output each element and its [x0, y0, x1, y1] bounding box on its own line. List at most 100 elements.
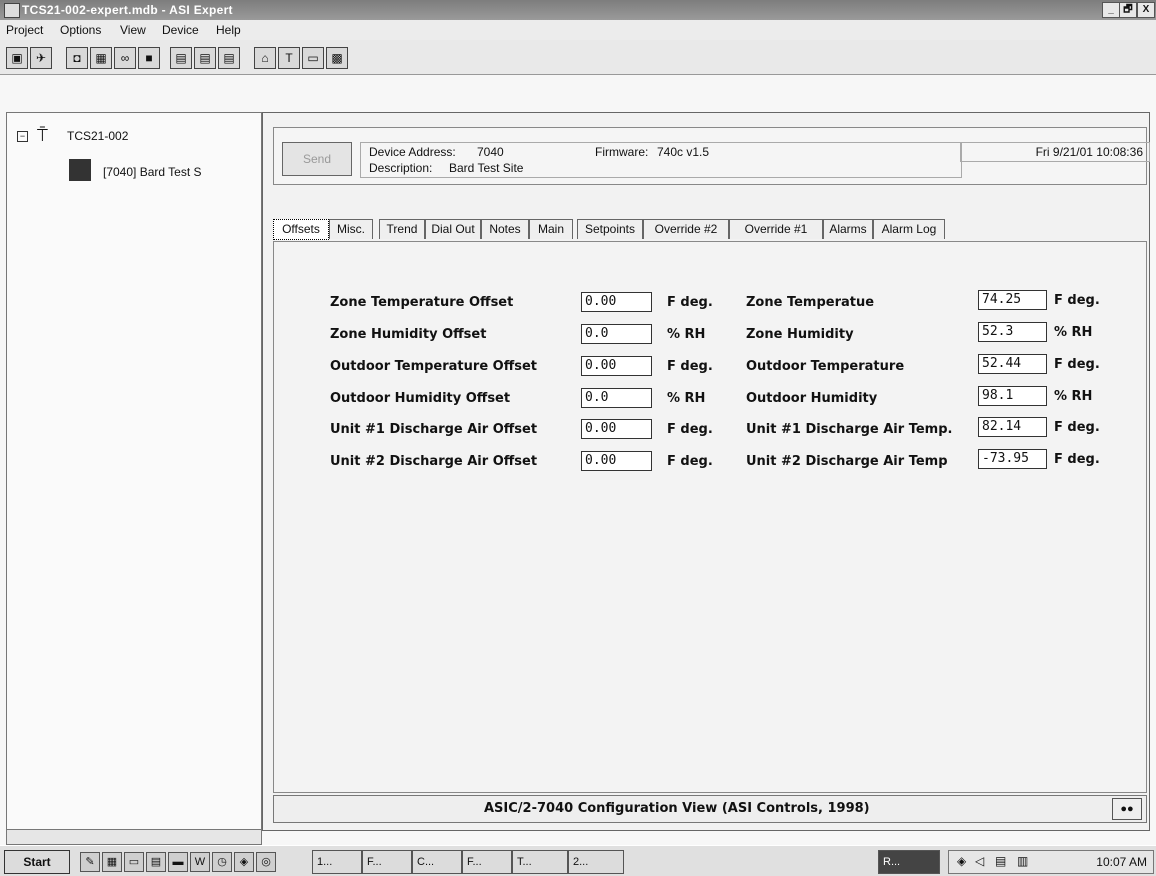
- menu-options[interactable]: Options: [60, 23, 101, 37]
- save-all-icon[interactable]: ▤: [194, 47, 216, 69]
- taskbar-task-active[interactable]: T...: [512, 850, 568, 874]
- book-icon[interactable]: ■: [138, 47, 160, 69]
- device-address-value: 7040: [477, 145, 504, 159]
- volume-icon[interactable]: ◁: [975, 854, 984, 868]
- network-icon[interactable]: ◈: [957, 854, 966, 868]
- tab-setpoints[interactable]: Setpoints: [577, 219, 643, 239]
- quicklaunch-icon[interactable]: ◎: [256, 852, 276, 872]
- reading-unit: F deg.: [1054, 293, 1100, 308]
- reading-label: Unit #2 Discharge Air Temp: [746, 454, 948, 469]
- taskbar-task[interactable]: F...: [362, 850, 412, 874]
- taskbar-task[interactable]: F...: [462, 850, 512, 874]
- taskbar-task[interactable]: R...: [878, 850, 940, 874]
- tab-misc[interactable]: Misc.: [329, 219, 373, 239]
- close-button[interactable]: X: [1137, 2, 1155, 18]
- menu-device[interactable]: Device: [162, 23, 199, 37]
- tools-icon[interactable]: T: [278, 47, 300, 69]
- reading-label: Zone Humidity: [746, 327, 854, 342]
- menu-project[interactable]: Project: [6, 23, 43, 37]
- start-button[interactable]: Start: [4, 850, 70, 874]
- minimize-button[interactable]: _: [1102, 2, 1120, 18]
- connect-icon[interactable]: ▣: [6, 47, 28, 69]
- quicklaunch-icon[interactable]: ▦: [102, 852, 122, 872]
- quicklaunch-icon[interactable]: ◈: [234, 852, 254, 872]
- reading-unit: F deg.: [1054, 452, 1100, 467]
- collapse-icon[interactable]: −: [17, 131, 28, 142]
- home-icon[interactable]: ⌂: [254, 47, 276, 69]
- clock: 10:07 AM: [1096, 855, 1147, 869]
- offset-label: Outdoor Temperature Offset: [330, 359, 538, 374]
- tab-alarm-log[interactable]: Alarm Log: [873, 219, 945, 239]
- reading-unit: F deg.: [1054, 357, 1100, 372]
- offset-label: Unit #1 Discharge Air Offset: [330, 422, 538, 437]
- tab-override-1[interactable]: Override #1: [729, 219, 823, 239]
- tab-alarms[interactable]: Alarms: [823, 219, 873, 239]
- outdoor-humidity-offset-field[interactable]: 0.0: [581, 388, 652, 408]
- description-value: Bard Test Site: [449, 161, 524, 175]
- taskbar-task[interactable]: 1...: [312, 850, 362, 874]
- taskbar-task[interactable]: C...: [412, 850, 462, 874]
- offset-unit: F deg.: [667, 454, 713, 469]
- menu-bar: Project Options View Device Help: [0, 20, 1156, 40]
- menu-help[interactable]: Help: [216, 23, 241, 37]
- tree-root-node[interactable]: TCS21-002: [67, 129, 128, 143]
- monitor-icon[interactable]: ▭: [302, 47, 324, 69]
- printer-icon[interactable]: ▤: [995, 854, 1006, 868]
- grid-icon[interactable]: ▩: [326, 47, 348, 69]
- quicklaunch-icon[interactable]: ▭: [124, 852, 144, 872]
- tab-offsets[interactable]: Offsets: [273, 219, 329, 240]
- main-panel: Send Device Address: 7040 Firmware: 740c…: [262, 112, 1150, 831]
- unit2-discharge-offset-field[interactable]: 0.00: [581, 451, 652, 471]
- restore-button[interactable]: 🗗: [1119, 2, 1137, 18]
- capture-icon[interactable]: ◘: [66, 47, 88, 69]
- offset-unit: F deg.: [667, 359, 713, 374]
- tab-trend[interactable]: Trend: [379, 219, 425, 239]
- quicklaunch-icon[interactable]: ✎: [80, 852, 100, 872]
- outdoor-temp-reading: 52.44: [978, 354, 1047, 374]
- reading-label: Outdoor Humidity: [746, 391, 878, 406]
- device-info: Device Address: 7040 Firmware: 740c v1.5…: [360, 142, 962, 178]
- unit2-discharge-reading: -73.95: [978, 449, 1047, 469]
- connection-icon[interactable]: ●●: [1112, 798, 1142, 820]
- device-datetime: Fri 9/21/01 10:08:36: [960, 142, 1150, 162]
- quicklaunch-icon[interactable]: ◷: [212, 852, 232, 872]
- menu-view[interactable]: View: [120, 23, 146, 37]
- reading-unit: % RH: [1054, 389, 1093, 404]
- save-icon[interactable]: ▤: [170, 47, 192, 69]
- unit1-discharge-reading: 82.14: [978, 417, 1047, 437]
- outdoor-temp-offset-field[interactable]: 0.00: [581, 356, 652, 376]
- status-bar: ASIC/2-7040 Configuration View (ASI Cont…: [273, 795, 1147, 823]
- unit1-discharge-offset-field[interactable]: 0.00: [581, 419, 652, 439]
- satellite-icon[interactable]: ✈: [30, 47, 52, 69]
- device-header: Send Device Address: 7040 Firmware: 740c…: [273, 127, 1150, 185]
- taskbar-task[interactable]: 2...: [568, 850, 624, 874]
- app-icon[interactable]: [4, 3, 20, 18]
- tab-dial-out[interactable]: Dial Out: [425, 219, 481, 239]
- image-icon[interactable]: ▦: [90, 47, 112, 69]
- reading-label: Zone Temperatue: [746, 295, 875, 310]
- pc-icon[interactable]: ▥: [1017, 854, 1028, 868]
- zone-temp-offset-field[interactable]: 0.00: [581, 292, 652, 312]
- antenna-icon: ⍑: [37, 125, 48, 145]
- tab-main[interactable]: Main: [529, 219, 573, 239]
- offset-unit: F deg.: [667, 422, 713, 437]
- zone-humidity-offset-field[interactable]: 0.0: [581, 324, 652, 344]
- tab-notes[interactable]: Notes: [481, 219, 529, 239]
- zone-humidity-reading: 52.3: [978, 322, 1047, 342]
- zone-temp-reading: 74.25: [978, 290, 1047, 310]
- title-bar: TCS21-002-expert.mdb - ASI Expert _ 🗗 X: [0, 0, 1156, 20]
- quicklaunch-icon[interactable]: W: [190, 852, 210, 872]
- send-button[interactable]: Send: [282, 142, 352, 176]
- quicklaunch-icon[interactable]: ▬: [168, 852, 188, 872]
- tree-scrollbar[interactable]: [6, 829, 262, 845]
- binoculars-icon[interactable]: ∞: [114, 47, 136, 69]
- tab-override-2[interactable]: Override #2: [643, 219, 729, 239]
- tree-device-node[interactable]: [7040] Bard Test S: [103, 165, 202, 179]
- save-as-icon[interactable]: ▤: [218, 47, 240, 69]
- system-tray: ◈ ◁ ▤ ▥ 10:07 AM: [948, 850, 1154, 874]
- window-title: TCS21-002-expert.mdb - ASI Expert: [22, 3, 233, 17]
- reading-unit: % RH: [1054, 325, 1093, 340]
- quicklaunch-icon[interactable]: ▤: [146, 852, 166, 872]
- device-tree: − ⍑ TCS21-002 [7040] Bard Test S: [6, 112, 262, 831]
- tab-strip: Offsets Misc. Trend Dial Out Notes Main …: [273, 219, 1145, 241]
